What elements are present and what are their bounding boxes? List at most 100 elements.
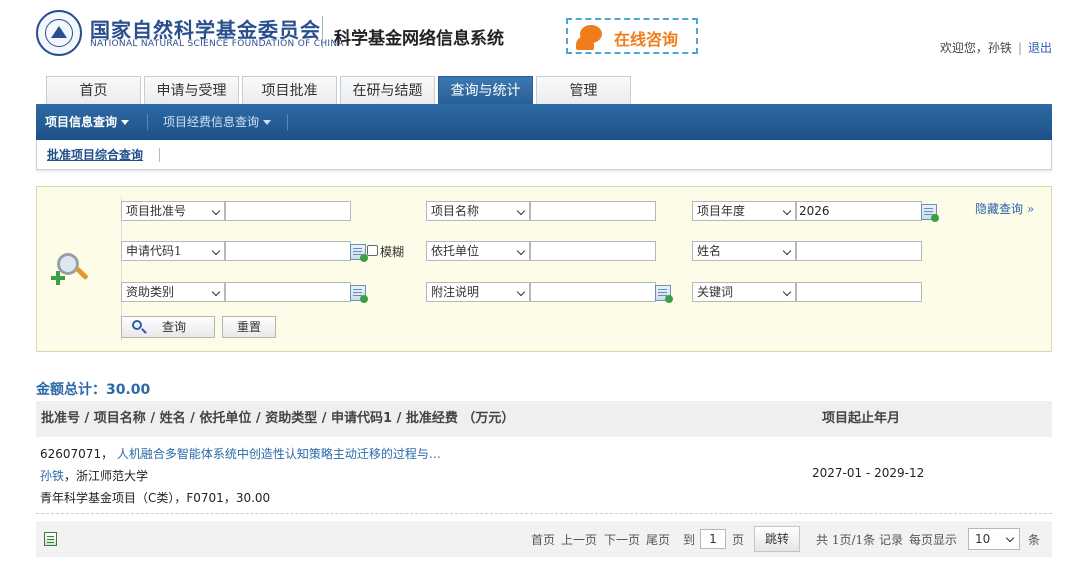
approval-number: 62607071， [40,447,114,461]
code-picker-icon[interactable] [350,244,368,262]
application-code-input[interactable] [225,241,351,261]
note-input[interactable] [530,282,656,302]
search-icon [132,320,142,330]
chevron-down-icon [1005,533,1015,543]
select-value: 资助类别 [126,285,175,299]
column-header-main: 批准号 / 项目名称 / 姓名 / 依托单位 / 资助类型 / 申请代码1 / … [41,411,515,426]
header: 国家自然科学基金委员会 NATIONAL NATURAL SCIENCE FOU… [0,0,1080,72]
field-select-1-2[interactable]: 项目名称 [426,201,530,221]
project-name-input[interactable] [530,201,656,221]
tab-home[interactable]: 首页 [46,76,141,104]
funding-category-input[interactable] [225,282,351,302]
subtab-bar: 批准项目综合查询 [36,140,1052,170]
institution-input[interactable] [530,241,656,261]
per-page-label: 每页显示 [909,533,958,547]
field-select-2-1[interactable]: 申请代码1 [121,241,225,261]
table-row: 62607071， 人机融合多智能体系统中创造性认知策略主动迁移的过程与… 孙铁… [36,437,1052,514]
category-picker-icon[interactable] [350,285,368,303]
field-select-3-1[interactable]: 资助类别 [121,282,225,302]
search-button-label: 查询 [161,320,186,334]
chevron-down-icon [211,287,221,297]
chevron-down-icon [516,246,526,256]
header-divider [322,16,323,48]
subtab-divider [159,148,160,162]
subnav-divider [287,114,288,130]
logout-link[interactable]: 退出 [1028,41,1052,55]
institution: ，浙江师范大学 [64,469,149,483]
nsfc-logo-icon [36,10,82,56]
name-input[interactable] [796,241,922,261]
online-consult-button[interactable]: 在线咨询 [566,18,698,54]
field-select-3-3[interactable]: 关键词 [692,282,796,302]
row-line-2: 孙铁，浙江师范大学 [40,467,148,484]
select-value: 附注说明 [431,285,480,299]
export-excel-icon[interactable] [44,532,57,546]
field-select-2-2[interactable]: 依托单位 [426,241,530,261]
subnav-label: 项目信息查询 [45,115,118,129]
row-line-3: 青年科学基金项目（C类），F0701，30.00 [40,491,271,505]
per-page-suffix: 条 [1028,533,1041,547]
fuzzy-checkbox[interactable] [367,245,378,256]
column-header-dates: 项目起止年月 [822,411,901,426]
pager-summary: 共 1页/1条 记录 [816,533,903,547]
chevron-down-icon [516,206,526,216]
pager-first[interactable]: 首页 [531,531,555,548]
tab-query-statistics[interactable]: 查询与统计 [438,76,533,104]
tab-application[interactable]: 申请与受理 [144,76,239,104]
subtab-approved-project-query[interactable]: 批准项目综合查询 [47,146,143,163]
select-value: 依托单位 [431,244,480,258]
select-value: 项目名称 [431,204,480,218]
search-button[interactable]: 查询 [121,316,215,338]
caret-down-icon [121,120,130,125]
project-year-input[interactable]: 2026 [796,201,922,221]
person-link[interactable]: 孙铁 [40,469,64,483]
calendar-picker-icon[interactable] [921,204,939,222]
sub-nav: 项目信息查询 项目经费信息查询 [36,104,1052,140]
field-select-1-3[interactable]: 项目年度 [692,201,796,221]
tab-approval[interactable]: 项目批准 [242,76,337,104]
caret-down-icon [263,120,272,125]
online-consult-label: 在线咨询 [614,30,679,49]
per-page-value: 10 [975,532,991,546]
welcome-bar: 欢迎您，孙铁 | 退出 [939,41,1052,55]
chevron-down-icon [211,206,221,216]
pager: 首页 上一页 下一页 尾页 到 1 页 跳转 共 1页/1条 记录 每页显示 1… [36,521,1052,557]
fuzzy-label: 模糊 [380,245,405,259]
search-panel: 项目批准号 项目名称 项目年度 2026 隐藏查询 » 申请代码1 模糊 依托单… [36,186,1052,352]
total-amount: 金额总计：30.00 [36,382,151,398]
subnav-project-info-query[interactable]: 项目信息查询 [45,104,130,140]
tab-research[interactable]: 在研与结题 [340,76,435,104]
pager-next[interactable]: 下一页 [604,531,640,548]
page-number-input[interactable]: 1 [700,529,726,549]
select-value: 申请代码1 [126,244,182,258]
pager-prev[interactable]: 上一页 [561,531,597,548]
field-select-2-3[interactable]: 姓名 [692,241,796,261]
row-line-1: 62607071， 人机融合多智能体系统中创造性认知策略主动迁移的过程与… [40,445,441,462]
per-page-select[interactable]: 10 [968,528,1020,550]
chevron-down-icon [516,287,526,297]
field-select-3-2[interactable]: 附注说明 [426,282,530,302]
reset-button[interactable]: 重置 [222,316,276,338]
select-value: 关键词 [697,285,734,299]
select-value: 项目批准号 [126,204,187,218]
chevron-down-icon [211,246,221,256]
keyword-input[interactable] [796,282,922,302]
project-title-link[interactable]: 人机融合多智能体系统中创造性认知策略主动迁移的过程与… [117,447,441,461]
chevron-down-icon [782,287,792,297]
chevron-down-icon [782,246,792,256]
chevron-down-icon [782,206,792,216]
select-value: 项目年度 [697,204,746,218]
field-select-1-1[interactable]: 项目批准号 [121,201,225,221]
tab-management[interactable]: 管理 [536,76,631,104]
subnav-divider [147,114,148,130]
subnav-label: 项目经费信息查询 [163,115,260,129]
subnav-project-funding-query[interactable]: 项目经费信息查询 [163,104,272,140]
approval-number-input[interactable] [225,201,351,221]
hide-query-link[interactable]: 隐藏查询 » [975,200,1034,217]
project-dates: 2027-01 - 2029-12 [812,466,925,480]
note-picker-icon[interactable] [655,285,673,303]
select-value: 姓名 [697,244,722,258]
main-tabs: 首页 申请与受理 项目批准 在研与结题 查询与统计 管理 [46,76,634,104]
pager-last[interactable]: 尾页 [646,531,670,548]
jump-button[interactable]: 跳转 [754,526,800,552]
